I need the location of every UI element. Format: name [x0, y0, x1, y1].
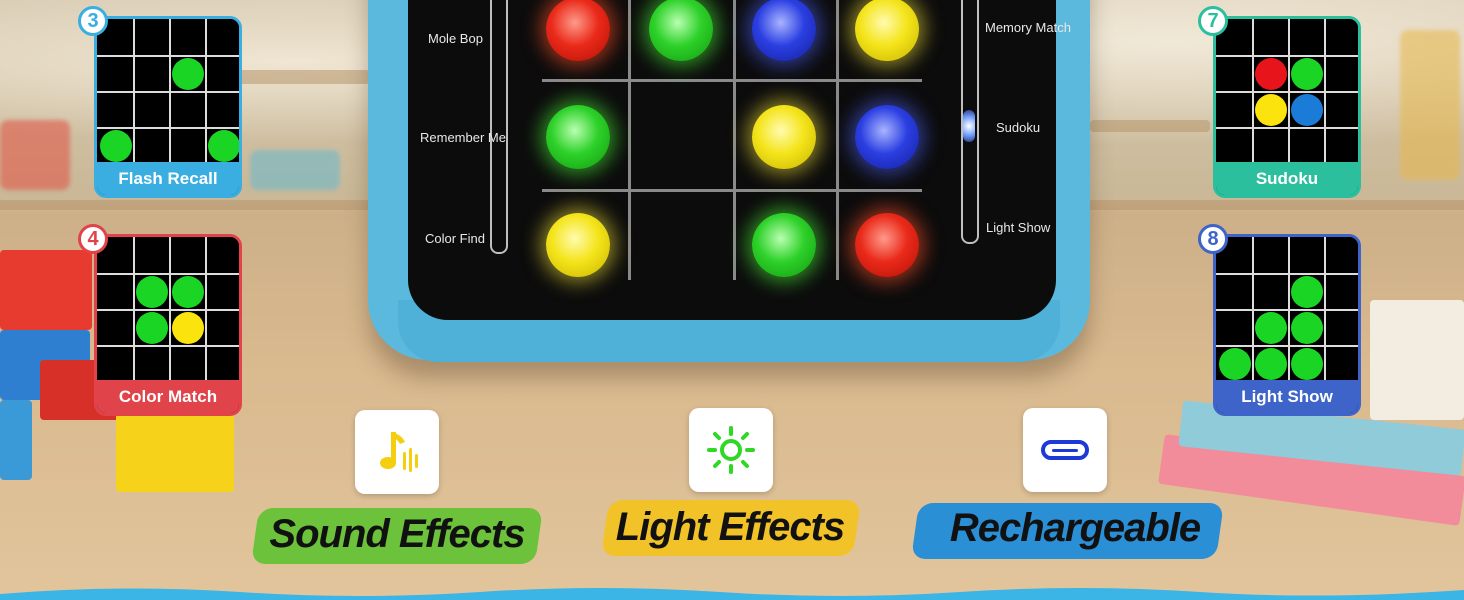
background-shelf — [1090, 120, 1210, 132]
mini-grid-line — [1288, 19, 1290, 165]
mini-light-yellow — [1255, 94, 1287, 126]
mini-grid-line — [97, 309, 239, 311]
mini-grid-line — [1216, 127, 1358, 129]
lego-block-yellow — [116, 412, 234, 492]
light-button-red[interactable] — [546, 0, 610, 61]
game-mode-number-badge: 3 — [78, 6, 108, 36]
background-pencils — [1400, 30, 1460, 180]
game-mode-card: Flash Recall — [94, 16, 242, 198]
mini-light-green — [172, 58, 204, 90]
light-button-green[interactable] — [752, 213, 816, 277]
background-toy — [250, 150, 340, 190]
mode-label-remember-me: Remember Me — [420, 130, 506, 145]
mode-label-sudoku: Sudoku — [996, 120, 1041, 135]
lego-block-red — [0, 250, 92, 330]
light-button-yellow[interactable] — [546, 213, 610, 277]
mini-grid-line — [133, 237, 135, 383]
left-slider-rail — [490, 0, 508, 254]
game-mode-card: Light Show — [1213, 234, 1361, 416]
grid-line — [542, 189, 922, 192]
book — [1370, 300, 1464, 420]
mini-light-green — [1255, 348, 1287, 380]
music-note-icon — [355, 410, 439, 494]
feature-label-light-effects: Light Effects — [615, 505, 846, 549]
mode-label-light-show: Light Show — [986, 220, 1051, 235]
mode-slider-knob[interactable] — [963, 110, 975, 142]
mini-grid — [97, 19, 239, 165]
mini-grid-line — [1252, 19, 1254, 165]
mode-label-color-find: Color Find — [425, 231, 485, 246]
mini-light-green — [1219, 348, 1251, 380]
lego-block-blue — [0, 400, 32, 480]
grid-line — [836, 0, 839, 280]
mini-light-green — [172, 276, 204, 308]
mini-light-green — [1291, 312, 1323, 344]
mini-light-yellow — [172, 312, 204, 344]
mini-grid-line — [1216, 273, 1358, 275]
game-mode-number-badge: 7 — [1198, 6, 1228, 36]
mini-light-green — [136, 312, 168, 344]
mini-grid-line — [1216, 91, 1358, 93]
bottom-wave-border — [0, 588, 1464, 600]
light-button-yellow[interactable] — [855, 0, 919, 61]
game-mode-name: Sudoku — [1216, 162, 1358, 195]
product-scene: Mole Bop Remember Me Color Find Memory M… — [0, 0, 1464, 600]
mini-light-green — [208, 130, 239, 162]
mini-grid — [1216, 19, 1358, 165]
game-mode-name: Light Show — [1216, 380, 1358, 413]
light-button-blue[interactable] — [855, 105, 919, 169]
mini-light-green — [100, 130, 132, 162]
mini-grid-line — [97, 273, 239, 275]
mini-grid-line — [205, 237, 207, 383]
mini-grid-line — [97, 345, 239, 347]
mode-label-mole-bop: Mole Bop — [428, 31, 483, 46]
game-mode-name: Flash Recall — [97, 162, 239, 195]
grid-line — [542, 79, 922, 82]
mini-grid-line — [1324, 237, 1326, 383]
game-mode-card: Color Match — [94, 234, 242, 416]
mini-grid-line — [97, 127, 239, 129]
game-mode-number-badge: 8 — [1198, 224, 1228, 254]
game-mode-number-badge: 4 — [78, 224, 108, 254]
mini-grid-line — [1216, 309, 1358, 311]
light-button-green[interactable] — [546, 105, 610, 169]
feature-label-rechargeable: Rechargeable — [949, 506, 1201, 550]
mini-grid-line — [1324, 19, 1326, 165]
mini-light-green — [1291, 348, 1323, 380]
mini-grid-line — [169, 237, 171, 383]
background-shelf — [230, 70, 370, 84]
mini-grid-line — [97, 91, 239, 93]
mini-grid — [1216, 237, 1358, 383]
light-button-green[interactable] — [649, 0, 713, 61]
usb-c-icon — [1023, 408, 1107, 492]
background-toy — [0, 120, 70, 190]
grid-line — [733, 0, 736, 280]
mini-grid-line — [1252, 237, 1254, 383]
mini-light-green — [1255, 312, 1287, 344]
mini-light-red — [1255, 58, 1287, 90]
mini-grid-line — [133, 19, 135, 165]
light-button-yellow[interactable] — [752, 105, 816, 169]
light-button-red[interactable] — [855, 213, 919, 277]
mini-light-green — [136, 276, 168, 308]
mini-light-green — [1291, 276, 1323, 308]
game-mode-name: Color Match — [97, 380, 239, 413]
light-button-blue[interactable] — [752, 0, 816, 61]
sun-icon — [689, 408, 773, 492]
mini-light-blue — [1291, 94, 1323, 126]
mini-grid-line — [169, 19, 171, 165]
mini-light-green — [1291, 58, 1323, 90]
feature-label-sound-effects: Sound Effects — [269, 512, 525, 556]
mini-grid-line — [1216, 55, 1358, 57]
mini-grid-line — [205, 19, 207, 165]
mode-label-memory-match: Memory Match — [985, 20, 1071, 35]
mini-grid — [97, 237, 239, 383]
mini-grid-line — [1288, 237, 1290, 383]
game-mode-card: Sudoku — [1213, 16, 1361, 198]
grid-line — [628, 0, 631, 280]
mini-grid-line — [97, 55, 239, 57]
mini-grid-line — [1216, 345, 1358, 347]
